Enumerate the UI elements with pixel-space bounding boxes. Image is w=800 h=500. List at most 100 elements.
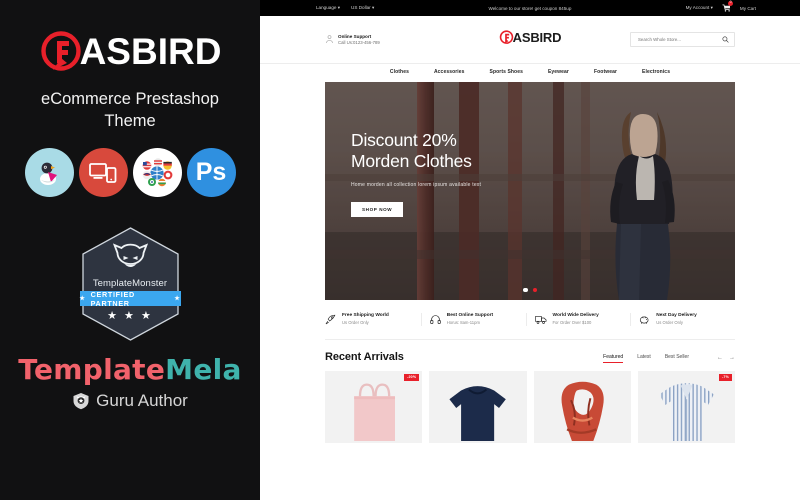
slider-dot-1[interactable] [523,287,528,292]
service-sub: Us Order Only [342,319,369,325]
service-sub: Us Order Only [656,319,684,325]
topbar-left: Language ▾ US Dollar ▾ [276,5,374,11]
service-text: Best Online Support Horus: 8am-11pm [447,313,493,326]
service-title: Next Day Delivery [656,313,697,318]
nav-item-accessories[interactable]: Accessories [434,69,465,75]
recent-arrivals-header: Recent Arrivals Featured Latest Best Sel… [325,351,735,363]
service-online-support: Best Online Support Horus: 8am-11pm [420,313,526,326]
screenshot-root: ASBIRD eCommerce Prestashop Theme Ps Tem… [0,0,800,500]
nav-item-footwear[interactable]: Footwear [594,69,617,75]
service-free-shipping: Free Shipping World Us Order Only [325,313,421,326]
product-card-navy-sweater[interactable] [429,371,527,443]
truck-icon [534,314,547,325]
wordmark-mela: Mela [165,353,242,386]
promo-panel: ASBIRD eCommerce Prestashop Theme Ps Tem… [0,0,260,500]
currency-selector[interactable]: US Dollar ▾ [351,5,374,11]
ribbon-star-right: ★ [174,296,181,302]
product-card-striped-shirt[interactable]: -7% [637,371,735,443]
nav-item-sports-shoes[interactable]: Sports Shoes [490,69,523,75]
piggy-bank-icon [639,314,650,325]
ribbon-label: CERTIFIED PARTNER [90,289,135,308]
feature-icon-row: Ps [24,148,236,197]
promo-logo-text: ASBIRD [79,31,222,72]
services-row: Free Shipping World Us Order Only Best O… [325,313,735,326]
service-text: Next Day Delivery Us Order Only [656,313,697,326]
site-topbar: Language ▾ US Dollar ▾ Welcome to our st… [260,0,800,16]
badge-ribbon: ★ CERTIFIED PARTNER ★ [79,289,181,308]
promo-logo: ASBIRD [39,30,222,74]
tab-latest[interactable]: Latest [637,354,651,363]
certified-badge: TemplateMonster ★ CERTIFIED PARTNER ★ ★ … [18,225,241,411]
search-input[interactable] [636,36,722,43]
hero-copy: Discount 20% Morden Clothes Home morden … [351,130,481,217]
service-title: Best Online Support [446,313,494,318]
service-text: Free Shipping World Us Order Only [342,313,389,326]
photoshop-label: Ps [195,158,227,186]
badge-stars: ★ ★ ★ [107,310,153,322]
search-icon [722,36,729,43]
support-text: Online Support Call Us:0123-456-789 [338,34,380,46]
chevron-down-icon: ▾ [710,5,713,10]
my-account-menu[interactable]: My Account ▾ [686,5,713,11]
promo-subtitle: eCommerce Prestashop Theme [41,90,219,130]
service-sub: Horus: 8am-11pm [446,319,480,325]
nav-item-electronics[interactable]: Electronics [642,69,670,75]
next-arrow-icon[interactable]: → [729,355,735,361]
guru-author: Guru Author [72,391,188,411]
cart-count-badge: 0 [727,0,734,6]
prestashop-icon [24,148,74,197]
product-image [533,371,631,442]
hero-title-line2: Morden Clothes [351,151,472,171]
cart-button[interactable]: 0 [722,0,734,12]
f-circle-icon [39,30,83,74]
cart-label[interactable]: My Cart [740,6,756,11]
site-header: Online Support Call Us:0123-456-789 ASBI… [260,16,800,63]
carousel-arrows: ← → [717,355,735,361]
discount-badge: -7% [719,374,732,381]
hero-title: Discount 20% Morden Clothes [351,130,481,172]
ribbon-star-left: ★ [79,296,86,302]
recent-arrivals-title: Recent Arrivals [325,351,404,363]
service-text: World Wide Delivery For Order Over $100 [553,313,599,326]
product-card-pink-tote-bag[interactable]: -20% [325,371,423,443]
product-card-floral-scarf[interactable] [533,371,631,443]
service-title: Free Shipping World [342,313,389,318]
hex-badge-shape: TemplateMonster ★ CERTIFIED PARTNER ★ ★ … [78,225,183,343]
shop-now-button[interactable]: SHOP NOW [351,202,404,217]
nav-item-eyewear[interactable]: Eyewear [548,69,569,75]
prev-arrow-icon[interactable]: ← [717,355,723,361]
rocket-icon [325,314,336,325]
hero-title-line1: Discount 20% [351,130,457,150]
site-preview: Language ▾ US Dollar ▾ Welcome to our st… [260,0,800,500]
photoshop-icon: Ps [186,148,236,197]
support-phone: Call Us:0123-456-789 [338,39,380,45]
tab-featured[interactable]: Featured [603,354,624,363]
product-grid: -20% -7% [325,371,735,443]
service-next-day-delivery: Next Day Delivery Us Order Only [630,313,735,326]
guru-shield-icon [73,393,89,410]
support-block: Online Support Call Us:0123-456-789 [325,34,380,46]
search-box[interactable] [630,32,735,47]
product-image [429,371,527,442]
nav-item-clothes[interactable]: Clothes [390,69,409,75]
section-divider [325,339,735,340]
guru-author-label: Guru Author [96,391,188,410]
slider-dot-2[interactable] [532,287,537,292]
main-nav: Clothes Accessories Sports Shoes Eyewear… [260,63,800,80]
slider-dots [325,287,735,292]
badge-brand: TemplateMonster [92,278,168,289]
template-mela-wordmark: TemplateMela [18,353,241,386]
chevron-down-icon: ▾ [337,5,341,10]
responsive-devices-icon [78,148,128,197]
support-user-icon [326,35,333,44]
service-world-wide-delivery: World Wide Delivery For Order Over $100 [525,313,631,326]
recent-arrivals-tabs: Featured Latest Best Seller ← → [603,354,735,363]
hero-subtitle: Home morden all collection lorem ipsum a… [351,182,482,188]
service-title: World Wide Delivery [552,313,599,318]
multi-language-flags-icon [132,148,182,197]
discount-badge: -20% [404,374,420,381]
tab-best-seller[interactable]: Best Seller [665,354,689,363]
language-selector[interactable]: Language ▾ [316,5,340,11]
hero-slider[interactable]: Discount 20% Morden Clothes Home morden … [325,82,735,300]
site-logo-text: ASBIRD [512,29,562,45]
